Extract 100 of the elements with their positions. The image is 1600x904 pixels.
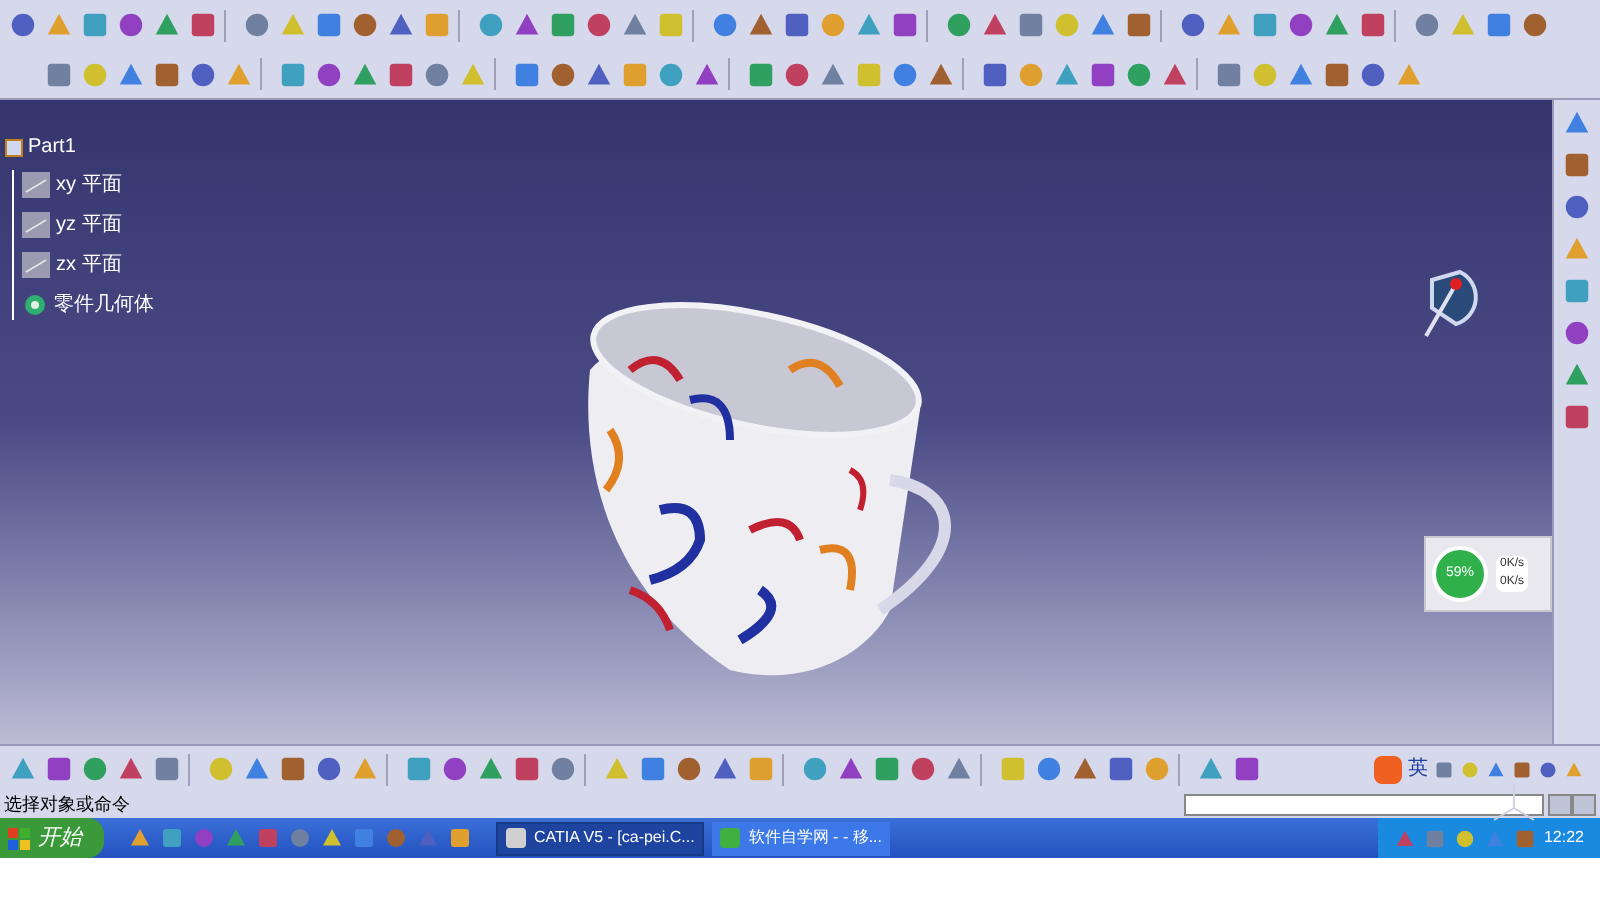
- toolbar-icon[interactable]: [350, 10, 380, 40]
- toolbar-icon[interactable]: [448, 826, 472, 850]
- toolbar-icon[interactable]: [404, 754, 434, 784]
- toolbar-icon[interactable]: [1214, 59, 1244, 89]
- taskbar-button[interactable]: 软件自学网 - - 移...: [712, 821, 890, 855]
- toolbar-icon[interactable]: [818, 59, 848, 89]
- toolbar-icon[interactable]: [908, 754, 938, 784]
- toolbar-icon[interactable]: [8, 754, 38, 784]
- toolbar-icon[interactable]: [278, 59, 308, 89]
- toolbar-icon[interactable]: [476, 754, 506, 784]
- toolbar-icon[interactable]: [800, 754, 830, 784]
- toolbar-icon[interactable]: [422, 59, 452, 89]
- toolbar-icon[interactable]: [926, 59, 956, 89]
- toolbar-icon[interactable]: [890, 59, 920, 89]
- toolbar-icon[interactable]: [80, 10, 110, 40]
- toolbar-icon[interactable]: [1358, 59, 1388, 89]
- toolbar-icon[interactable]: [152, 59, 182, 89]
- toolbar-icon[interactable]: [980, 10, 1010, 40]
- toolbar-icon[interactable]: [1562, 276, 1592, 306]
- toolbar-icon[interactable]: [782, 10, 812, 40]
- toolbar-icon[interactable]: [1016, 10, 1046, 40]
- toolbar-icon[interactable]: [1034, 754, 1064, 784]
- toolbar-icon[interactable]: [1070, 754, 1100, 784]
- ime-mode[interactable]: 英: [1408, 754, 1428, 784]
- toolbar-icon[interactable]: [320, 826, 344, 850]
- toolbar-icon[interactable]: [1232, 754, 1262, 784]
- toolbar-icon[interactable]: [620, 10, 650, 40]
- toolbar-icon[interactable]: [692, 59, 722, 89]
- toolbar-icon[interactable]: [944, 10, 974, 40]
- toolbar-icon[interactable]: [944, 754, 974, 784]
- taskbar-button[interactable]: CATIA V5 - [ca-pei.C...: [496, 821, 705, 855]
- toolbar-icon[interactable]: [1052, 59, 1082, 89]
- toolbar-icon[interactable]: [512, 59, 542, 89]
- toolbar-icon[interactable]: [782, 59, 812, 89]
- toolbar-icon[interactable]: [584, 59, 614, 89]
- toolbar-icon[interactable]: [548, 59, 578, 89]
- toolbar-icon[interactable]: [1106, 754, 1136, 784]
- toolbar-icon[interactable]: [152, 754, 182, 784]
- toolbar-icon[interactable]: [1484, 10, 1514, 40]
- toolbar-icon[interactable]: [656, 59, 686, 89]
- toolbar-icon[interactable]: [224, 826, 248, 850]
- toolbar-icon[interactable]: [242, 10, 272, 40]
- toolbar-icon[interactable]: [1358, 10, 1388, 40]
- input-button[interactable]: [1548, 794, 1572, 816]
- toolbar-icon[interactable]: [872, 754, 902, 784]
- toolbar-icon[interactable]: [1562, 150, 1592, 180]
- toolbar-icon[interactable]: [44, 754, 74, 784]
- toolbar-icon[interactable]: [1088, 59, 1118, 89]
- ime-logo-icon[interactable]: [1374, 755, 1402, 783]
- toolbar-icon[interactable]: [980, 59, 1010, 89]
- start-button[interactable]: 开始: [0, 818, 104, 858]
- toolbar-icon[interactable]: [386, 10, 416, 40]
- toolbar-icon[interactable]: [1178, 10, 1208, 40]
- toolbar-icon[interactable]: [314, 754, 344, 784]
- toolbar-icon[interactable]: [278, 754, 308, 784]
- toolbar-icon[interactable]: [1286, 59, 1316, 89]
- toolbar-icon[interactable]: [1453, 827, 1476, 849]
- toolbar-icon[interactable]: [638, 754, 668, 784]
- toolbar-icon[interactable]: [1562, 192, 1592, 222]
- command-input-field[interactable]: [1184, 794, 1544, 816]
- toolbar-icon[interactable]: [352, 826, 376, 850]
- toolbar-icon[interactable]: [548, 10, 578, 40]
- toolbar-icon[interactable]: [152, 10, 182, 40]
- toolbar-icon[interactable]: [440, 754, 470, 784]
- toolbar-icon[interactable]: [386, 59, 416, 89]
- tree-item[interactable]: yz 平面: [56, 210, 122, 240]
- toolbar-icon[interactable]: [1322, 10, 1352, 40]
- toolbar-icon[interactable]: [116, 754, 146, 784]
- toolbar-icon[interactable]: [116, 10, 146, 40]
- toolbar-icon[interactable]: [1286, 10, 1316, 40]
- toolbar-icon[interactable]: [512, 10, 542, 40]
- toolbar-icon[interactable]: [584, 10, 614, 40]
- toolbar-icon[interactable]: [44, 59, 74, 89]
- input-button[interactable]: [1572, 794, 1596, 816]
- toolbar-icon[interactable]: [1124, 10, 1154, 40]
- toolbar-icon[interactable]: [80, 754, 110, 784]
- toolbar-icon[interactable]: [160, 826, 184, 850]
- toolbar-icon[interactable]: [314, 10, 344, 40]
- toolbar-icon[interactable]: [1160, 59, 1190, 89]
- toolbar-icon[interactable]: [1088, 10, 1118, 40]
- toolbar-icon[interactable]: [1562, 402, 1592, 432]
- toolbar-icon[interactable]: [242, 754, 272, 784]
- toolbar-icon[interactable]: [1562, 108, 1592, 138]
- tree-item[interactable]: xy 平面: [56, 170, 122, 200]
- toolbar-icon[interactable]: [548, 754, 578, 784]
- tree-item[interactable]: zx 平面: [56, 250, 122, 280]
- toolbar-icon[interactable]: [836, 754, 866, 784]
- toolbar-icon[interactable]: [1562, 318, 1592, 348]
- toolbar-icon[interactable]: [8, 10, 38, 40]
- toolbar-icon[interactable]: [1520, 10, 1550, 40]
- toolbar-icon[interactable]: [1412, 10, 1442, 40]
- toolbar-icon[interactable]: [1124, 59, 1154, 89]
- toolbar-icon[interactable]: [476, 10, 506, 40]
- toolbar-icon[interactable]: [890, 10, 920, 40]
- tree-item[interactable]: Part1: [28, 132, 76, 162]
- toolbar-icon[interactable]: [1562, 360, 1592, 390]
- toolbar-icon[interactable]: [512, 754, 542, 784]
- toolbar-icon[interactable]: [854, 10, 884, 40]
- toolbar-icon[interactable]: [746, 10, 776, 40]
- toolbar-icon[interactable]: [1196, 754, 1226, 784]
